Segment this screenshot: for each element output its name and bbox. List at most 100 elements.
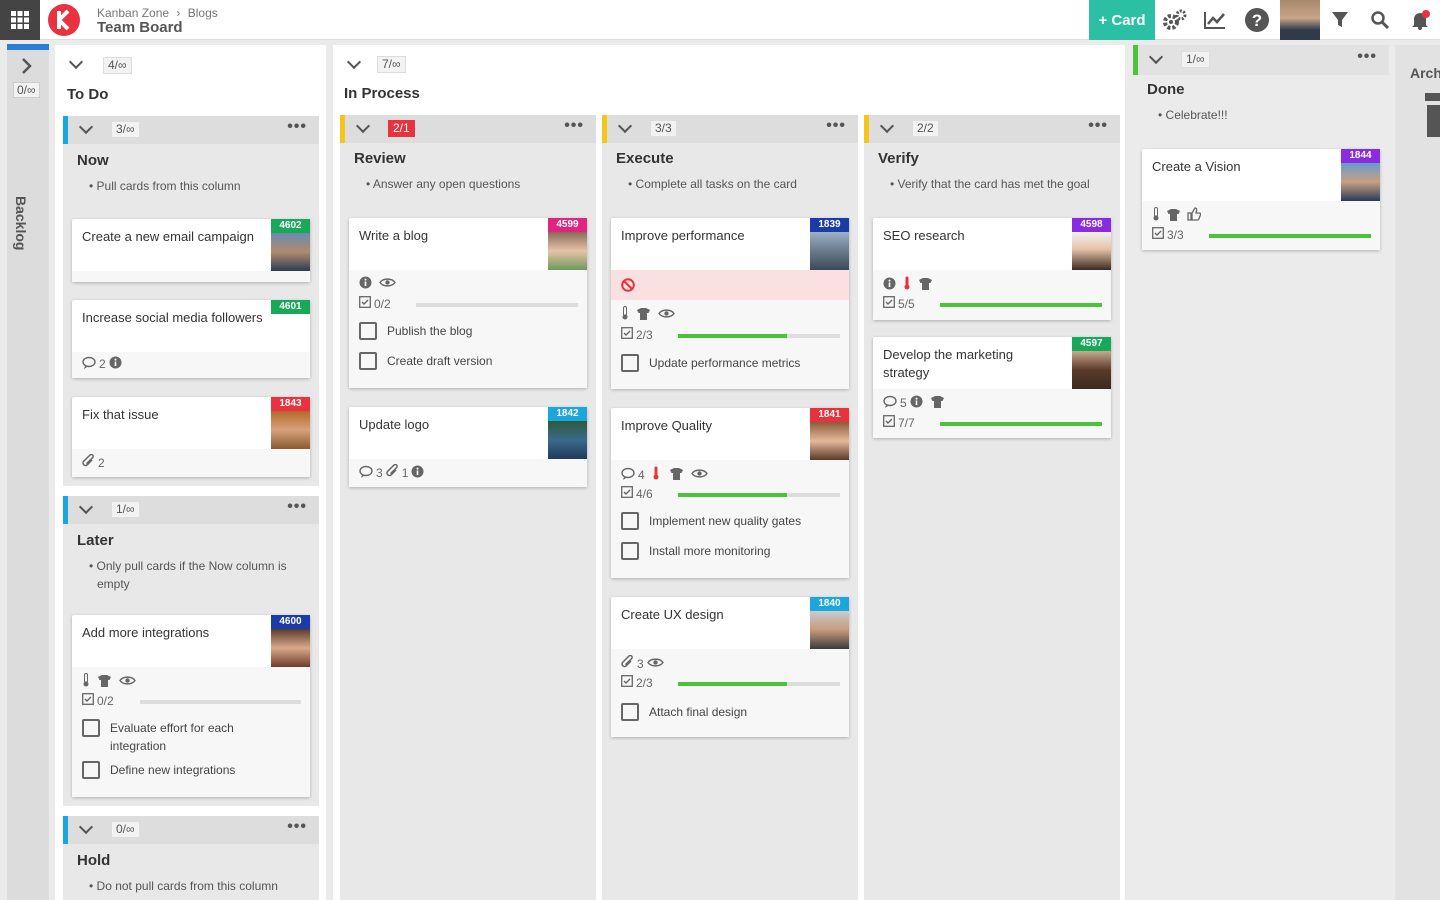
checklist-summary[interactable]: 4/6: [621, 486, 653, 501]
task-item[interactable]: Evaluate effort for each integration: [82, 719, 260, 755]
assignee-avatar[interactable]: [1072, 351, 1111, 389]
tshirt-size-icon[interactable]: [636, 307, 651, 323]
hot-temperature-icon[interactable]: [652, 466, 660, 483]
checklist-summary[interactable]: 5/5: [883, 296, 915, 311]
info-icon[interactable]: [411, 465, 424, 481]
card-4600[interactable]: Add more integrations 4600 0/2 Evaluate …: [72, 615, 310, 797]
lane-menu-icon[interactable]: •••: [287, 818, 307, 836]
archive-panel[interactable]: Arch: [1395, 45, 1440, 900]
comment-icon[interactable]: [883, 395, 897, 411]
card-1842[interactable]: Update logo 1842 3 1: [349, 407, 587, 487]
lane-menu-icon[interactable]: •••: [287, 498, 307, 516]
task-item[interactable]: Implement new quality gates: [621, 512, 801, 530]
task-checkbox[interactable]: [621, 354, 639, 372]
filter-icon[interactable]: [1320, 0, 1360, 40]
info-icon[interactable]: [910, 395, 923, 411]
temperature-icon[interactable]: [1152, 207, 1160, 224]
task-checkbox[interactable]: [82, 719, 100, 737]
watch-eye-icon[interactable]: [379, 277, 396, 291]
temperature-icon[interactable]: [82, 673, 90, 690]
assignee-avatar[interactable]: [810, 232, 849, 270]
assignee-avatar[interactable]: [548, 421, 587, 459]
column-menu-icon[interactable]: •••: [1357, 48, 1377, 66]
blocked-banner[interactable]: [611, 270, 849, 300]
user-avatar[interactable]: [1280, 0, 1320, 40]
collapse-chevron-icon[interactable]: [68, 54, 84, 70]
assignee-avatar[interactable]: [271, 629, 310, 667]
watch-eye-icon[interactable]: [658, 308, 675, 322]
assignee-avatar[interactable]: [1341, 163, 1380, 201]
card-4601[interactable]: Increase social media followers 4601 2: [72, 300, 310, 378]
lane-menu-icon[interactable]: •••: [287, 118, 307, 136]
collapse-chevron-icon[interactable]: [346, 54, 362, 70]
checklist-summary[interactable]: 0/2: [359, 296, 391, 311]
task-checkbox[interactable]: [621, 512, 639, 530]
info-icon[interactable]: [883, 277, 896, 293]
task-checkbox[interactable]: [359, 322, 377, 340]
checklist-summary[interactable]: 7/7: [883, 415, 915, 430]
tshirt-size-icon[interactable]: [1166, 208, 1181, 224]
tshirt-size-icon[interactable]: [930, 395, 945, 411]
breadcrumb-workspace[interactable]: Kanban Zone: [97, 6, 169, 20]
archive-trash-icon[interactable]: [1425, 93, 1440, 140]
task-item[interactable]: Update performance metrics: [621, 354, 800, 372]
assignee-avatar[interactable]: [810, 611, 849, 649]
tshirt-size-icon[interactable]: [97, 674, 112, 690]
task-item[interactable]: Create draft version: [359, 352, 492, 370]
card-4598[interactable]: SEO research 4598 5/5: [873, 218, 1111, 320]
backlog-expand-chevron-icon[interactable]: [19, 58, 35, 77]
card-1841[interactable]: Improve Quality 1841 4 4/6 Implement new…: [611, 408, 849, 578]
checklist-summary[interactable]: 2/3: [621, 675, 653, 690]
attachment-count[interactable]: 2: [82, 453, 105, 471]
checklist-summary[interactable]: 3/3: [1152, 227, 1184, 242]
assignee-avatar[interactable]: [810, 422, 849, 460]
comment-icon[interactable]: [359, 465, 373, 481]
add-card-button[interactable]: + Card: [1089, 0, 1155, 40]
lane-menu-icon[interactable]: •••: [564, 117, 584, 135]
assignee-avatar[interactable]: [271, 233, 310, 271]
card-4597[interactable]: Develop the marketing strategy 4597 5 7/…: [873, 337, 1111, 438]
task-checkbox[interactable]: [621, 703, 639, 721]
hot-temperature-icon[interactable]: [903, 276, 911, 293]
task-item[interactable]: Define new integrations: [82, 761, 235, 779]
lane-menu-icon[interactable]: •••: [1088, 117, 1108, 135]
comment-count[interactable]: 2: [82, 356, 122, 372]
assignee-avatar[interactable]: [548, 232, 587, 270]
backlog-panel[interactable]: 0/∞ Backlog: [7, 44, 49, 900]
temperature-icon[interactable]: [621, 306, 629, 323]
info-icon[interactable]: [359, 276, 372, 292]
checklist-summary[interactable]: 0/2: [82, 693, 114, 708]
task-item[interactable]: Publish the blog: [359, 322, 472, 340]
assignee-avatar[interactable]: [1072, 232, 1111, 270]
watch-eye-icon[interactable]: [690, 468, 708, 482]
search-icon[interactable]: [1360, 0, 1400, 40]
kanban-zone-logo[interactable]: [47, 3, 81, 37]
watch-eye-icon[interactable]: [646, 657, 664, 671]
task-checkbox[interactable]: [621, 542, 639, 560]
task-checkbox[interactable]: [359, 352, 377, 370]
card-4602[interactable]: Create a new email campaign 4602: [72, 219, 310, 282]
apps-grid-icon[interactable]: [0, 0, 40, 40]
notifications-bell-icon[interactable]: [1400, 0, 1440, 40]
checklist-summary[interactable]: 2/3: [621, 327, 653, 342]
task-item[interactable]: Install more monitoring: [621, 542, 770, 560]
card-4599[interactable]: Write a blog 4599 0/2 Publish the blog C…: [349, 218, 587, 388]
thumbs-up-icon[interactable]: [1187, 207, 1202, 224]
paperclip-icon[interactable]: [621, 654, 634, 672]
paperclip-icon[interactable]: [385, 463, 399, 481]
help-icon[interactable]: ?: [1237, 0, 1277, 40]
settings-gear-icon[interactable]: [1155, 0, 1195, 40]
task-item[interactable]: Attach final design: [621, 703, 747, 721]
task-checkbox[interactable]: [82, 761, 100, 779]
watch-eye-icon[interactable]: [119, 675, 136, 689]
assignee-avatar[interactable]: [271, 411, 310, 449]
breadcrumb-section[interactable]: Blogs: [188, 6, 218, 20]
card-1843[interactable]: Fix that issue 1843 2: [72, 397, 310, 477]
card-1844[interactable]: Create a Vision 1844 3/3: [1142, 149, 1380, 250]
card-1839[interactable]: Improve performance 1839 2/3 Update perf…: [611, 218, 849, 389]
tshirt-size-icon[interactable]: [918, 277, 933, 293]
info-icon[interactable]: [109, 356, 122, 372]
card-1840[interactable]: Create UX design 1840 3 2/3 Attach final…: [611, 597, 849, 737]
lane-menu-icon[interactable]: •••: [826, 117, 846, 135]
analytics-chart-icon[interactable]: [1195, 0, 1235, 40]
